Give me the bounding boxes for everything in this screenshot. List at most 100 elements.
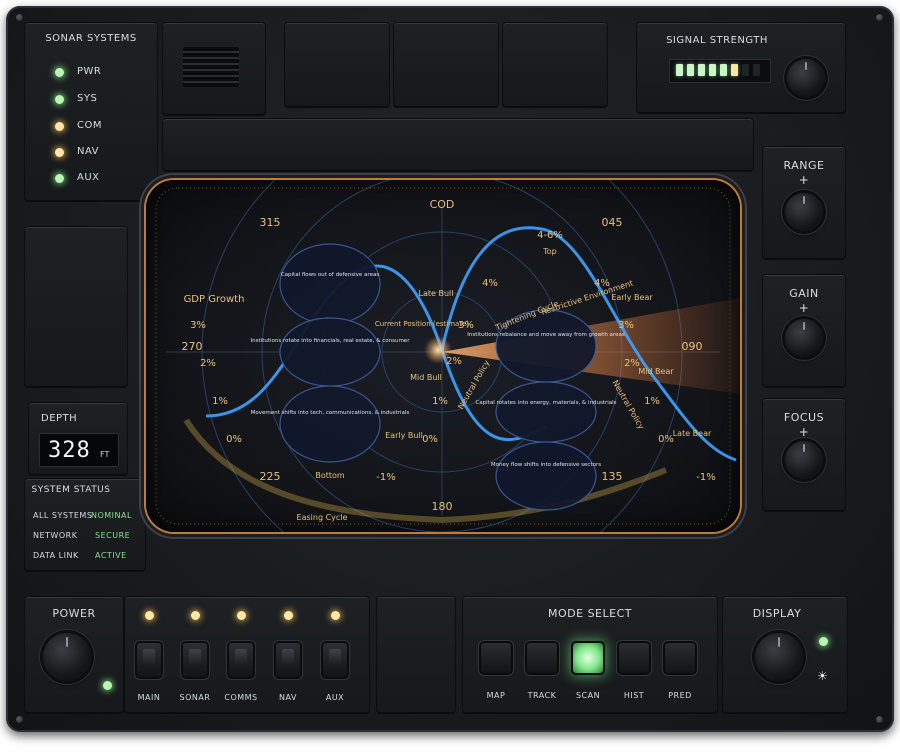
pct-3-b: 3% xyxy=(618,320,634,331)
power-label: POWER xyxy=(52,607,96,620)
bottom-label: Bottom xyxy=(315,471,345,480)
screw-icon xyxy=(876,14,883,21)
bearing-180: 180 xyxy=(432,500,453,513)
depth-readout: 328 FT xyxy=(39,433,119,467)
pct-1-left: 1% xyxy=(212,396,228,407)
sonar-screen[interactable]: COD 315 045 270 090 225 135 180 GDP Grow… xyxy=(146,180,740,532)
pct-4-b: 4% xyxy=(594,278,610,289)
focus-knob[interactable] xyxy=(785,441,823,479)
speaker-grille-icon xyxy=(183,47,239,87)
signal-bar xyxy=(687,64,694,76)
status-row-label: ALL SYSTEMS xyxy=(33,511,93,520)
neg1-mid: -1% xyxy=(376,472,395,483)
mode-map-button[interactable] xyxy=(481,643,511,673)
nav-toggle[interactable] xyxy=(276,643,300,677)
mode-pred-button[interactable] xyxy=(665,643,695,673)
main-led-icon xyxy=(145,611,154,620)
comms-led-icon xyxy=(237,611,246,620)
screw-icon xyxy=(16,716,23,723)
sonar-switch-label: SONAR xyxy=(179,693,211,702)
current-position-label: Current Position (estimate) xyxy=(375,320,470,328)
pwr-label: PWR xyxy=(77,66,102,77)
comms-switch-label: COMMS xyxy=(224,693,258,702)
mode-hist-button[interactable] xyxy=(619,643,649,673)
bubble-3-text: Movement shifts into tech, communication… xyxy=(251,410,410,416)
bearing-135: 135 xyxy=(602,470,623,483)
pct-1-right: 1% xyxy=(644,396,660,407)
signal-bar xyxy=(698,64,705,76)
sonar-led-icon xyxy=(191,611,200,620)
signal-bar xyxy=(709,64,716,76)
aux-led-icon xyxy=(55,174,64,183)
early-bear-label: Early Bear xyxy=(611,293,653,302)
pct-2-right: 2% xyxy=(624,358,640,369)
bubble-2-text: Institutions rotate into financials, rea… xyxy=(251,338,411,344)
mode-pred-label: PRED xyxy=(668,691,692,700)
mode-hist-label: HIST xyxy=(623,691,645,700)
mode-scan-label: SCAN xyxy=(575,691,601,700)
bottom-blank-plate xyxy=(376,596,456,714)
com-label: COM xyxy=(77,120,102,131)
aux-toggle[interactable] xyxy=(323,643,347,677)
range-label: RANGE xyxy=(783,159,825,172)
focus-plus-icon: + xyxy=(798,425,810,439)
nav-led-icon xyxy=(284,611,293,620)
display-panel: DISPLAY ☀ xyxy=(722,596,848,714)
late-bear-label: Late Bear xyxy=(673,429,712,438)
aux-led-icon xyxy=(331,611,340,620)
signal-strength-panel: SIGNAL STRENGTH xyxy=(636,22,846,114)
signal-knob[interactable] xyxy=(787,59,825,97)
gain-knob[interactable] xyxy=(785,319,823,357)
signal-bar xyxy=(676,64,683,76)
pct-0-right: 0% xyxy=(658,434,674,445)
sonar-toggle[interactable] xyxy=(183,643,207,677)
bearing-090: 090 xyxy=(682,340,703,353)
depth-title: DEPTH xyxy=(41,413,78,424)
switch-panel: MAIN SONAR COMMS NAV AUX xyxy=(124,596,370,714)
neg1-right: -1% xyxy=(696,472,715,483)
screw-icon xyxy=(876,716,883,723)
top-plate-2 xyxy=(393,22,499,108)
display-knob[interactable] xyxy=(755,633,803,681)
nav-led-icon xyxy=(55,148,64,157)
signal-bar xyxy=(731,64,738,76)
sys-label: SYS xyxy=(77,93,98,104)
mode-track-button[interactable] xyxy=(527,643,557,673)
top-plate-3 xyxy=(502,22,608,108)
mid-bull-label: Mid Bull xyxy=(410,373,442,382)
sys-led-icon xyxy=(55,95,64,104)
signal-bar xyxy=(742,64,749,76)
bubble-1-text: Capital flows out of defensive areas xyxy=(281,272,380,278)
power-knob[interactable] xyxy=(43,633,91,681)
comms-toggle[interactable] xyxy=(229,643,253,677)
pct-0-mid: 0% xyxy=(422,434,438,445)
depth-value: 328 xyxy=(48,438,91,463)
main-toggle[interactable] xyxy=(137,643,161,677)
pct-3-a: 3% xyxy=(458,320,474,331)
gain-plus-icon: + xyxy=(798,301,810,315)
focus-panel: FOCUS + xyxy=(762,398,846,512)
bearing-270: 270 xyxy=(182,340,203,353)
signal-bar xyxy=(753,64,760,76)
mode-scan-button[interactable] xyxy=(573,643,603,673)
depth-unit: FT xyxy=(100,450,110,459)
range-panel: RANGE + xyxy=(762,146,846,260)
top-label: Top xyxy=(542,247,557,256)
sonar-systems-title: SONAR SYSTEMS xyxy=(45,33,137,44)
range-knob[interactable] xyxy=(785,193,823,231)
signal-bar xyxy=(720,64,727,76)
pwr-led-icon xyxy=(55,68,64,77)
status-row-value: SECURE xyxy=(95,531,131,540)
status-row-label: DATA LINK xyxy=(33,551,79,560)
cycle-bottom-label: Easing Cycle xyxy=(297,513,348,522)
nav-switch-label: NAV xyxy=(279,693,297,702)
pct-0-left: 0% xyxy=(226,434,242,445)
sonar-systems-panel: SONAR SYSTEMS PWR SYS COM NAV AUX xyxy=(24,22,158,202)
mid-rail xyxy=(162,118,754,172)
power-led-icon xyxy=(103,681,112,690)
sonar-display-svg: COD 315 045 270 090 225 135 180 GDP Grow… xyxy=(155,180,740,532)
pct-2-mid: 2% xyxy=(446,356,462,367)
pct-1-mid: 1% xyxy=(432,396,448,407)
display-label: DISPLAY xyxy=(752,607,802,620)
signal-meter xyxy=(669,59,771,83)
